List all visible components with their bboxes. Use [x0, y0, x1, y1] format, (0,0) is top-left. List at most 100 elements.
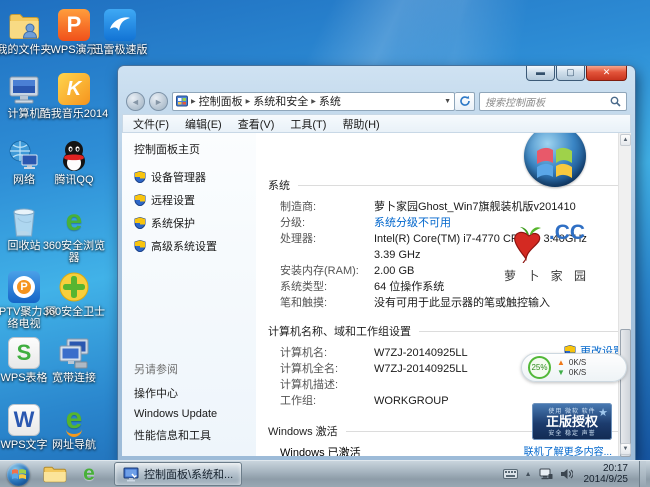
system-window: ▬ ▢ ✕ ◄ ► ▶ 控制面板 ▶ 系统和安全 ▶ 系统 ▼ 搜索控制面板 文…	[118, 66, 635, 460]
genuine-badge[interactable]: 使用 微软 软件 正版授权 安全 稳定 声誉 ★	[532, 403, 612, 440]
download-speed: 0K/S	[569, 368, 586, 377]
close-button[interactable]: ✕	[586, 66, 627, 81]
sidebar-item-performance-tools[interactable]: 性能信息和工具	[134, 427, 256, 443]
control-panel-icon	[176, 95, 188, 107]
navigation-bar: ◄ ► ▶ 控制面板 ▶ 系统和安全 ▶ 系统 ▼ 搜索控制面板	[122, 88, 631, 114]
taskbar-explorer-button[interactable]	[40, 462, 70, 486]
breadcrumb-system-security[interactable]: 系统和安全	[253, 93, 308, 109]
row-value: W7ZJ-20140925LL	[374, 345, 468, 361]
sidebar-item-label: 设备管理器	[151, 169, 206, 185]
vertical-scrollbar[interactable]: ▲ ▼	[618, 133, 631, 456]
uac-shield-icon	[134, 171, 146, 183]
sidebar-item-label: 系统保护	[151, 215, 195, 231]
learn-more-link[interactable]: 联机了解更多内容...	[524, 443, 612, 456]
sidebar-item-advanced-settings[interactable]: 高级系统设置	[134, 238, 256, 254]
desktop-icon-label: 网址导航	[39, 439, 109, 451]
back-button[interactable]: ◄	[126, 92, 145, 111]
folder-icon	[43, 464, 67, 484]
desktop-icon-qq[interactable]: 腾讯QQ	[39, 138, 109, 186]
sidebar-item-remote-settings[interactable]: 远程设置	[134, 192, 256, 208]
desktop-icon-broadband[interactable]: 宽带连接	[39, 336, 109, 384]
download-arrow-icon: ▼	[557, 368, 565, 377]
minimize-button[interactable]: ▬	[526, 66, 555, 81]
uac-shield-icon	[134, 240, 146, 252]
menu-edit[interactable]: 编辑(E)	[185, 116, 222, 132]
nav-e-icon: e	[57, 403, 91, 437]
row-value: 没有可用于此显示器的笔或触控输入	[374, 295, 550, 311]
titlebar[interactable]: ▬ ▢ ✕	[122, 66, 631, 88]
volume-icon[interactable]	[560, 468, 573, 480]
sidebar-item-label: 高级系统设置	[151, 238, 217, 254]
show-hidden-icons[interactable]: ▲	[525, 471, 532, 478]
maximize-button[interactable]: ▢	[556, 66, 585, 81]
net-speed-widget[interactable]: 25% ▲0K/S ▼0K/S	[521, 353, 627, 382]
taskbar-browser-button[interactable]: e	[74, 462, 104, 486]
input-keyboard-icon[interactable]	[503, 469, 518, 479]
see-also-group: 另请参阅 操作中心 Windows Update 性能信息和工具	[134, 361, 256, 450]
qq-penguin-icon	[57, 138, 91, 172]
address-dropdown-icon[interactable]: ▼	[444, 98, 451, 105]
menu-tools[interactable]: 工具(T)	[290, 116, 326, 132]
breadcrumb-control-panel[interactable]: 控制面板	[199, 93, 243, 109]
row-label: 分级:	[280, 215, 374, 231]
desktop-icon-label: 360安全卫士	[39, 306, 109, 318]
pptv-icon: P	[7, 270, 41, 304]
scrollbar-thumb[interactable]	[620, 329, 631, 457]
broadband-connection-icon	[57, 336, 91, 370]
desktop-icon-thunder[interactable]: 迅雷极速版	[85, 8, 155, 56]
genuine-star-icon: ★	[598, 406, 608, 419]
desktop-icon-360-safe[interactable]: 360安全卫士	[39, 270, 109, 318]
sidebar-item-action-center[interactable]: 操作中心	[134, 385, 256, 401]
scroll-up-icon[interactable]: ▲	[620, 134, 631, 146]
search-input[interactable]: 搜索控制面板	[479, 92, 627, 111]
breadcrumb-separator: ▶	[191, 98, 196, 105]
manufacturer-row: 制造商: 萝卜家园Ghost_Win7旗舰装机版v201410	[280, 199, 618, 215]
sidebar-item-system-protection[interactable]: 系统保护	[134, 215, 256, 231]
show-desktop-button[interactable]	[639, 461, 646, 487]
taskbar: e 控制面板\系统和... ▲ 20:17 2014/9/25	[0, 460, 650, 487]
sidebar-item-device-manager[interactable]: 设备管理器	[134, 169, 256, 185]
pen-touch-row: 笔和触摸: 没有可用于此显示器的笔或触控输入	[280, 295, 618, 311]
clock-time: 20:17	[584, 463, 629, 474]
menu-help[interactable]: 帮助(H)	[342, 116, 379, 132]
system-window-icon	[123, 467, 139, 482]
desktop-icon-label: 360安全浏览器	[39, 240, 109, 264]
forward-button[interactable]: ►	[149, 92, 168, 111]
refresh-button[interactable]	[455, 92, 475, 111]
sidebar-control-panel-home[interactable]: 控制面板主页	[134, 141, 256, 157]
badge-line3: 安全 稳定 声誉	[532, 428, 612, 437]
recycle-bin-icon	[7, 204, 41, 238]
user-folder-icon	[7, 8, 41, 42]
desktop-icon-label: 酷我音乐2014	[39, 108, 109, 120]
row-value: 萝卜家园Ghost_Win7旗舰装机版v201410	[374, 199, 576, 215]
menu-view[interactable]: 查看(V)	[238, 116, 275, 132]
row-label: 制造商:	[280, 199, 374, 215]
taskbar-active-task[interactable]: 控制面板\系统和...	[114, 462, 242, 486]
rating-link[interactable]: 系统分级不可用	[374, 215, 451, 231]
network-tray-icon[interactable]	[539, 468, 553, 480]
360-browser-e-icon: e	[57, 204, 91, 238]
brand-logo: .CC 萝 卜 家 园	[504, 221, 590, 284]
desktop-icon-nav-site[interactable]: e 网址导航	[39, 403, 109, 451]
computer-icon	[7, 72, 41, 106]
row-value: W7ZJ-20140925LL	[374, 361, 468, 377]
row-label: 工作组:	[280, 393, 374, 409]
uac-shield-icon	[134, 217, 146, 229]
row-value: 64 位操作系统	[374, 279, 444, 295]
start-button[interactable]	[7, 463, 30, 486]
taskbar-clock[interactable]: 20:17 2014/9/25	[584, 463, 629, 485]
wps-writer-icon: W	[7, 403, 41, 437]
row-value-2: 3.39 GHz	[374, 249, 420, 261]
address-bar[interactable]: ▶ 控制面板 ▶ 系统和安全 ▶ 系统 ▼	[172, 92, 455, 111]
breadcrumb-system[interactable]: 系统	[319, 93, 341, 109]
desktop-icon-kuwo-music[interactable]: K 酷我音乐2014	[39, 72, 109, 120]
menu-file[interactable]: 文件(F)	[133, 116, 169, 132]
active-task-label: 控制面板\系统和...	[144, 466, 233, 482]
row-label: 计算机描述:	[280, 377, 374, 393]
search-icon	[610, 96, 621, 107]
menu-bar: 文件(F) 编辑(E) 查看(V) 工具(T) 帮助(H)	[122, 114, 631, 132]
scroll-down-icon[interactable]: ▼	[620, 443, 631, 455]
network-globe-icon	[7, 138, 41, 172]
sidebar-item-windows-update[interactable]: Windows Update	[134, 408, 256, 420]
desktop-icon-360-browser[interactable]: e 360安全浏览器	[39, 204, 109, 264]
